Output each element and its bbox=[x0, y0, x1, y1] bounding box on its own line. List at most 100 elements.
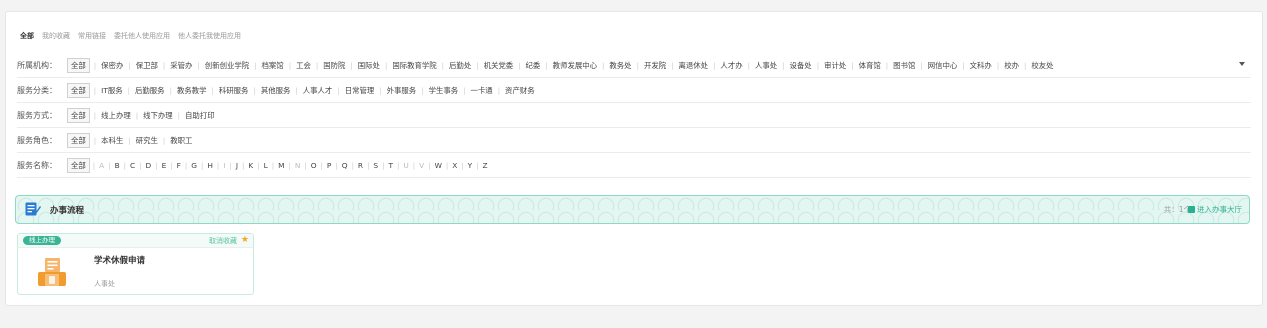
tab-delegated-to-me[interactable]: 他人委托我使用应用 bbox=[178, 27, 241, 45]
filter-institution-option[interactable]: 国际处 bbox=[357, 60, 381, 71]
filter-name-option[interactable]: K bbox=[247, 161, 254, 170]
separator: | bbox=[108, 161, 111, 170]
filter-institution-option[interactable]: 开发院 bbox=[643, 60, 667, 71]
filter-name-option[interactable]: H bbox=[206, 161, 214, 170]
filter-name-option[interactable]: P bbox=[326, 161, 332, 170]
tab-common-links[interactable]: 常用链接 bbox=[78, 27, 106, 45]
filter-institution-option[interactable]: 教师发展中心 bbox=[552, 60, 598, 71]
filter-name-option[interactable]: Q bbox=[341, 161, 349, 170]
filter-category-option[interactable]: 全部 bbox=[67, 83, 90, 98]
filter-name-option[interactable]: B bbox=[114, 161, 121, 170]
filter-category-option[interactable]: 资产财务 bbox=[504, 85, 536, 96]
filter-name-option[interactable]: I bbox=[222, 161, 226, 170]
filter-institution-option[interactable]: 网信中心 bbox=[927, 60, 959, 71]
filter-name-option[interactable]: J bbox=[235, 161, 239, 170]
filter-name-option[interactable]: M bbox=[277, 161, 285, 170]
filter-method-option[interactable]: 线下办理 bbox=[142, 110, 174, 121]
filter-name-option[interactable]: 全部 bbox=[67, 158, 90, 173]
separator: | bbox=[315, 61, 319, 70]
filter-category-option[interactable]: IT服务 bbox=[100, 85, 123, 96]
filter-name-option[interactable]: D bbox=[145, 161, 153, 170]
filter-name-option[interactable]: T bbox=[387, 161, 394, 170]
filter-institution-option[interactable]: 设备处 bbox=[789, 60, 813, 71]
filter-institution-option[interactable]: 纪委 bbox=[525, 60, 542, 71]
filter-institution-option[interactable]: 图书馆 bbox=[892, 60, 916, 71]
filter-institution-option[interactable]: 工会 bbox=[295, 60, 312, 71]
filter-institution-option[interactable]: 文科办 bbox=[969, 60, 993, 71]
filter-category-option[interactable]: 后勤服务 bbox=[134, 85, 166, 96]
filter-category-option[interactable]: 人事人才 bbox=[302, 85, 334, 96]
filter-institution-option[interactable]: 保卫部 bbox=[135, 60, 159, 71]
filter-category-option[interactable]: 一卡通 bbox=[470, 85, 494, 96]
unfavorite-button[interactable]: 取消收藏 bbox=[209, 236, 237, 246]
filter-institution-option[interactable]: 教务处 bbox=[608, 60, 632, 71]
separator: | bbox=[257, 161, 260, 170]
filter-name-option[interactable]: W bbox=[434, 161, 443, 170]
filter-name-option[interactable]: F bbox=[176, 161, 182, 170]
separator: | bbox=[201, 161, 204, 170]
filter-name-option[interactable]: S bbox=[372, 161, 379, 170]
filter-name-option[interactable]: Z bbox=[482, 161, 489, 170]
separator: | bbox=[127, 86, 130, 95]
filter-category-option[interactable]: 学生事务 bbox=[428, 85, 460, 96]
filter-institution-option[interactable]: 后勤处 bbox=[448, 60, 472, 71]
filter-institution-option[interactable]: 机关党委 bbox=[483, 60, 515, 71]
service-document-icon bbox=[38, 258, 66, 286]
separator: | bbox=[162, 136, 166, 145]
filter-institution-option[interactable]: 人才办 bbox=[719, 60, 743, 71]
filter-name-option[interactable]: C bbox=[129, 161, 136, 170]
service-card[interactable]: 线上办理 取消收藏 ★ 学术休假申请 人事处 bbox=[17, 233, 254, 295]
filter-name-option[interactable]: U bbox=[402, 161, 409, 170]
filter-category-option[interactable]: 科研服务 bbox=[218, 85, 250, 96]
star-icon[interactable]: ★ bbox=[241, 235, 249, 245]
filter-institution-option[interactable]: 创新创业学院 bbox=[204, 60, 250, 71]
filter-institution-option[interactable]: 人事处 bbox=[754, 60, 778, 71]
filter-name-option[interactable]: A bbox=[98, 161, 105, 170]
filter-institution-option[interactable]: 体育馆 bbox=[858, 60, 882, 71]
filter-name-option[interactable]: Y bbox=[467, 161, 474, 170]
separator: | bbox=[242, 161, 245, 170]
separator: | bbox=[851, 61, 854, 70]
filter-name-option[interactable]: N bbox=[294, 161, 302, 170]
filter-category-option[interactable]: 外事服务 bbox=[386, 85, 418, 96]
filter-role-option[interactable]: 教职工 bbox=[169, 135, 193, 146]
filter-category-option[interactable]: 日常管理 bbox=[344, 85, 376, 96]
filter-institution-option[interactable]: 离退休处 bbox=[677, 60, 709, 71]
separator: | bbox=[412, 161, 416, 170]
filter-category-option[interactable]: 教务教学 bbox=[176, 85, 208, 96]
filter-method-option[interactable]: 线上办理 bbox=[100, 110, 132, 121]
tab-delegated-to-others[interactable]: 委托他人使用应用 bbox=[114, 27, 170, 45]
filter-method-option[interactable]: 全部 bbox=[67, 108, 90, 123]
filter-name-option[interactable]: E bbox=[161, 161, 168, 170]
tab-favorites[interactable]: 我的收藏 bbox=[42, 27, 70, 45]
filter-row-category: 服务分类： 全部 | IT服务 | 后勤服务 | 教务教学 | 科研服务 | 其他服务 | 人事人才 | 日… bbox=[17, 79, 1251, 103]
separator: | bbox=[445, 161, 449, 170]
separator: | bbox=[337, 86, 340, 95]
filter-institution-option[interactable]: 校办 bbox=[1003, 60, 1020, 71]
separator: | bbox=[170, 161, 173, 170]
filter-institution-option[interactable]: 保密办 bbox=[100, 60, 124, 71]
filter-role-option[interactable]: 全部 bbox=[67, 133, 90, 148]
filter-name-option[interactable]: G bbox=[190, 161, 198, 170]
enter-hall-link[interactable]: 进入办事大厅 bbox=[1188, 204, 1242, 215]
filter-institution-option[interactable]: 档案馆 bbox=[261, 60, 285, 71]
process-count: 共：1个 bbox=[1163, 205, 1191, 214]
filter-institution-option[interactable]: 国防院 bbox=[322, 60, 346, 71]
filter-institution-option[interactable]: 国际教育学院 bbox=[391, 60, 437, 71]
separator: | bbox=[304, 161, 307, 170]
filter-institution-option[interactable]: 审计处 bbox=[823, 60, 847, 71]
filter-institution-option[interactable]: 采管办 bbox=[169, 60, 193, 71]
filter-institution-option[interactable]: 校友处 bbox=[1030, 60, 1054, 71]
tab-all[interactable]: 全部 bbox=[20, 27, 34, 45]
expand-more-icon[interactable] bbox=[1239, 62, 1245, 66]
filter-role-option[interactable]: 研究生 bbox=[135, 135, 159, 146]
filter-method-option[interactable]: 自助打印 bbox=[184, 110, 216, 121]
filter-name-option[interactable]: O bbox=[310, 161, 318, 170]
filter-name-option[interactable]: X bbox=[451, 161, 458, 170]
filter-institution-option[interactable]: 全部 bbox=[67, 58, 90, 73]
filter-role-option[interactable]: 本科生 bbox=[100, 135, 124, 146]
filter-category-option[interactable]: 其他服务 bbox=[260, 85, 292, 96]
filter-name-option[interactable]: R bbox=[357, 161, 364, 170]
filter-name-option[interactable]: L bbox=[263, 161, 269, 170]
filter-name-option[interactable]: V bbox=[418, 161, 425, 170]
